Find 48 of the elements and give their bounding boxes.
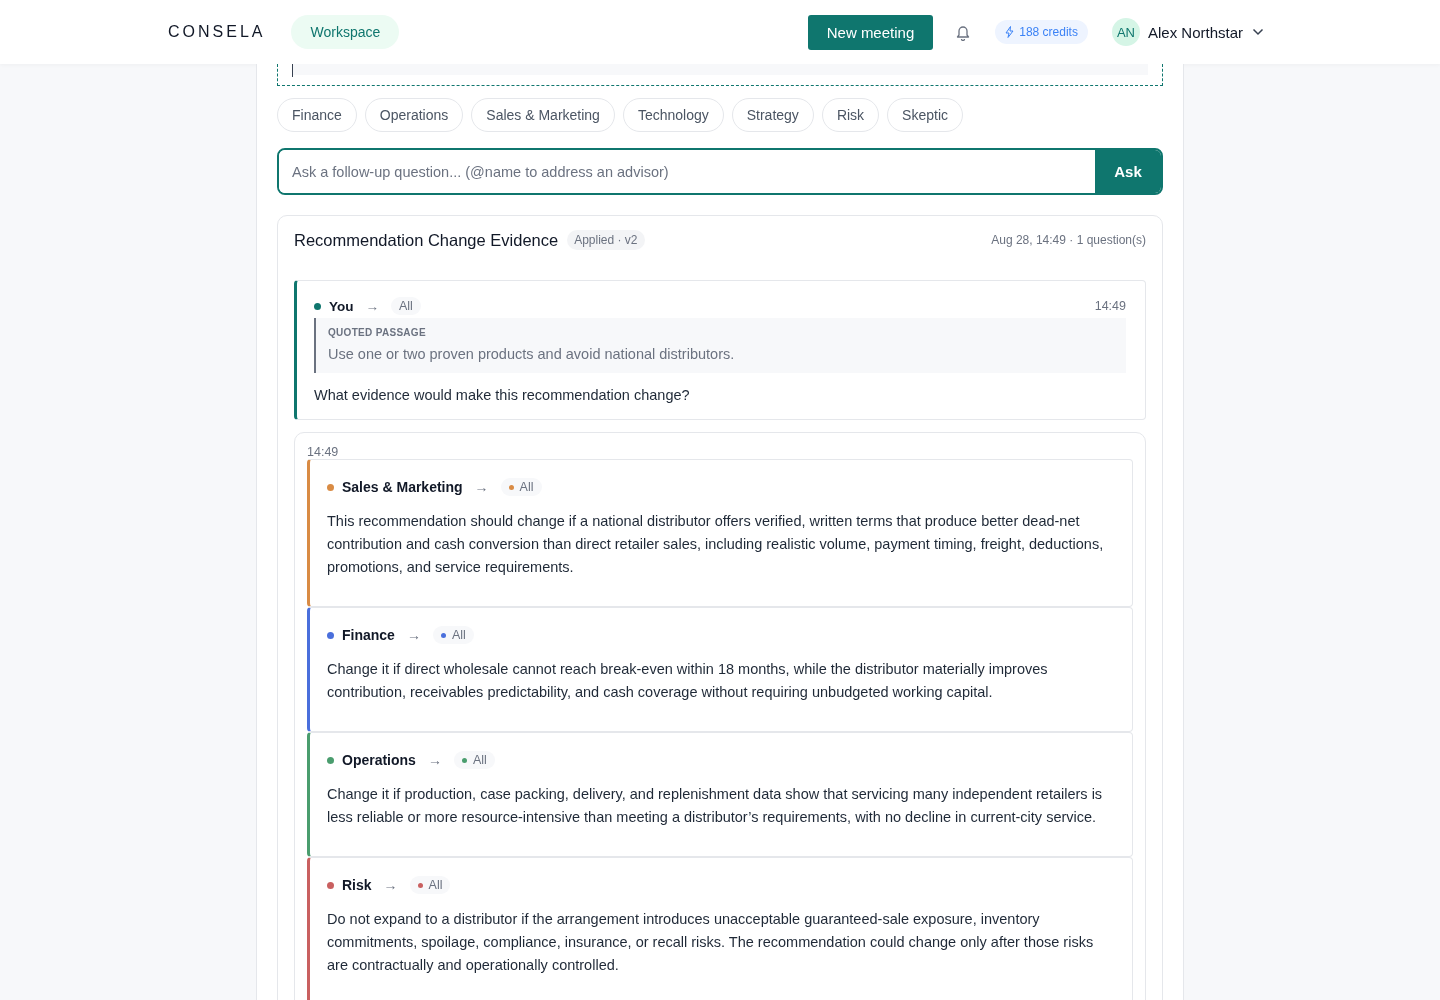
author-name: You	[329, 298, 354, 314]
ask-button[interactable]: Ask	[1095, 150, 1161, 193]
status-dot	[314, 302, 321, 310]
new-meeting-button[interactable]: New meeting	[807, 14, 934, 50]
advisor-name: Sales & Marketing	[342, 479, 463, 495]
target-pill: All	[500, 478, 542, 496]
logo[interactable]: CONSELA	[168, 23, 266, 41]
quote-label: QUOTED PASSAGE	[328, 327, 427, 338]
arrow-symbol: →	[427, 752, 442, 768]
advisor-chip[interactable]: Sales & Marketing	[471, 98, 615, 132]
advisor-chip[interactable]: Technology	[622, 98, 724, 132]
timestamp: 14:49	[1094, 299, 1126, 313]
arrow-symbol: →	[383, 877, 398, 893]
timestamp: 14:49	[307, 445, 340, 459]
credits-count: 188 credits	[1019, 25, 1078, 39]
arrow-symbol: →	[406, 627, 421, 643]
advisor-chip[interactable]: Risk	[821, 98, 880, 132]
thread-meta: Aug 28, 14:49 · 1 question(s)	[991, 233, 1146, 247]
user-avatar[interactable]: AN	[1111, 18, 1140, 46]
target-pill: All	[391, 297, 421, 315]
lightning-icon	[1005, 26, 1015, 38]
response-text: Change it if production, case packing, delivery, and replenishment data show that servicing many independent retailers is less reliable or more resource-intensive than meeting a distributor’s requirements, with no decline in current-city service.	[327, 785, 1104, 827]
question-field[interactable]: Ask a follow-up question... (@name to address an advisor) Ask	[277, 148, 1163, 195]
status-badge: Applied · v2	[567, 230, 645, 250]
response-text: Change it if direct wholesale cannot reach break-even within 18 months, while the distributor materially improves contribution, receivables predictability, and cash coverage without requiring unbudgeted working capital.	[327, 660, 1049, 702]
response-text: Do not expand to a distributor if the arrangement introduces unacceptable guaranteed-sale exposure, inventory commitments, spoilage, compliance, insurance, or recall risks. The recommendation could change only after those risks are contractually and operationally controlled.	[327, 910, 1095, 975]
thread-title: Recommendation Change Evidence	[294, 230, 559, 250]
advisor-chip[interactable]: Operations	[364, 98, 464, 132]
user-name[interactable]: Alex Northstar	[1147, 23, 1243, 41]
workspace-tab[interactable]: Workspace	[291, 15, 400, 49]
advisor-chip[interactable]: Finance	[277, 98, 357, 132]
passage-editor[interactable]	[277, 64, 1163, 86]
question-text: What evidence would make this recommendation change?	[314, 387, 691, 403]
bell-icon[interactable]	[955, 23, 972, 41]
text-caret	[292, 64, 293, 77]
advisor-name: Risk	[342, 877, 372, 893]
chevron-down-icon[interactable]	[1252, 28, 1264, 36]
response-text: This recommendation should change if a national distributor offers verified, written terms that produce better dead-net contribution and cash conversion than direct retailer sales, including realistic volume, payment timing, freight, deductions, promotions, and service requirements.	[327, 512, 1105, 577]
target-pill: All	[409, 876, 451, 894]
target-pill: All	[432, 626, 474, 644]
arrow-symbol: →	[365, 298, 379, 314]
advisor-chip[interactable]: Skeptic	[887, 98, 964, 132]
advisor-name: Finance	[342, 627, 395, 643]
advisor-chip[interactable]: Strategy	[731, 98, 814, 132]
target-pill: All	[453, 751, 495, 769]
quote-text: Use one or two proven products and avoid national distributors.	[328, 346, 736, 362]
arrow-symbol: →	[474, 479, 489, 495]
advisor-name: Operations	[342, 752, 416, 768]
